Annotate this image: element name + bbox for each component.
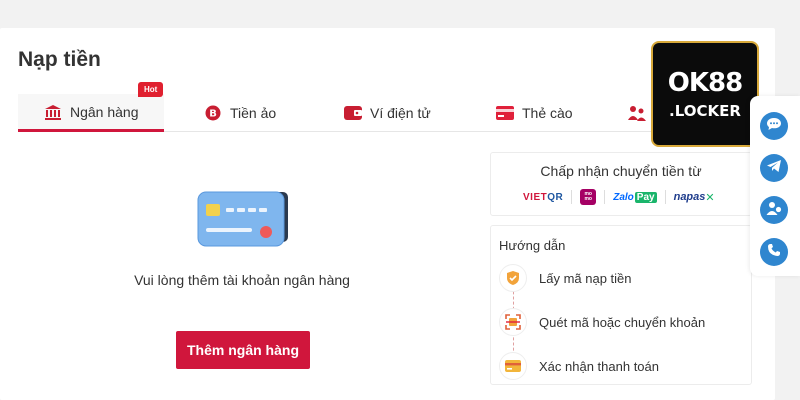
- phone-icon: [767, 243, 781, 262]
- guide-step: Xác nhận thanh toán: [499, 352, 659, 380]
- tab-scratch-card-label: Thẻ cào: [522, 105, 573, 121]
- tab-crypto[interactable]: B Tiền ảo: [204, 94, 276, 132]
- zalopay-logo: Zalo Pay: [613, 191, 657, 203]
- contact-rail: [750, 96, 800, 276]
- guide-step-label: Lấy mã nạp tiền: [539, 270, 632, 286]
- chat-button[interactable]: [760, 112, 788, 140]
- tab-ewallet-label: Ví điện tử: [370, 105, 431, 121]
- telegram-button[interactable]: [760, 154, 788, 182]
- users-icon: [628, 104, 646, 122]
- tab-scratch-card[interactable]: Thẻ cào: [496, 94, 573, 132]
- vietqr-logo: VIET QR: [523, 191, 564, 203]
- telegram-icon: [766, 159, 782, 178]
- chat-icon: [766, 117, 782, 136]
- tab-bank[interactable]: Ngân hàng Hot: [18, 82, 164, 132]
- accepted-payments-box: Chấp nhận chuyển tiền từ VIET QR mo mo Za…: [490, 152, 752, 216]
- brand-sub: .LOCKER: [669, 102, 741, 120]
- wallet-icon: [344, 104, 362, 122]
- brand-main: OK88: [667, 68, 743, 98]
- momo-logo: mo mo: [580, 189, 597, 205]
- ok88-locker-logo: OK88 .LOCKER: [651, 41, 759, 147]
- guide-box: Hướng dẫn Lấy mã nạp tiền Quét mã hoặc c…: [490, 225, 752, 385]
- bitcoin-icon: B: [204, 104, 222, 122]
- bank-card-illustration: [196, 186, 292, 255]
- tab-crypto-label: Tiền ảo: [230, 105, 277, 121]
- phone-button[interactable]: [760, 238, 788, 266]
- tab-ewallet[interactable]: Ví điện tử: [344, 94, 431, 132]
- guide-step: Quét mã hoặc chuyển khoản: [499, 308, 705, 336]
- page-title: Nạp tiền: [18, 48, 101, 71]
- empty-bank-message: Vui lòng thêm tài khoản ngân hàng: [134, 272, 350, 288]
- shield-check-icon: [499, 264, 527, 292]
- tab-bank-label: Ngân hàng: [70, 103, 139, 120]
- bank-icon: [44, 103, 62, 121]
- svg-text:B: B: [209, 109, 217, 120]
- guide-step-label: Xác nhận thanh toán: [539, 358, 659, 374]
- support-button[interactable]: [760, 196, 788, 224]
- guide-step: Lấy mã nạp tiền: [499, 264, 632, 292]
- napas-logo: napas ✕: [673, 191, 715, 204]
- guide-step-label: Quét mã hoặc chuyển khoản: [539, 314, 706, 330]
- add-bank-button[interactable]: Thêm ngân hàng: [176, 331, 310, 369]
- hot-badge: Hot: [138, 82, 164, 97]
- payment-card-icon: [499, 352, 527, 380]
- deposit-tabs: Ngân hàng Hot B Tiền ảo Ví điện tử Thẻ c…: [18, 82, 698, 132]
- support-icon: [766, 200, 782, 221]
- qr-scan-icon: [499, 308, 527, 336]
- card-icon: [496, 104, 514, 122]
- payment-logos: VIET QR mo mo Zalo Pay napas ✕: [523, 189, 715, 205]
- accepted-payments-title: Chấp nhận chuyển tiền từ: [540, 163, 702, 179]
- guide-title: Hướng dẫn: [499, 238, 566, 253]
